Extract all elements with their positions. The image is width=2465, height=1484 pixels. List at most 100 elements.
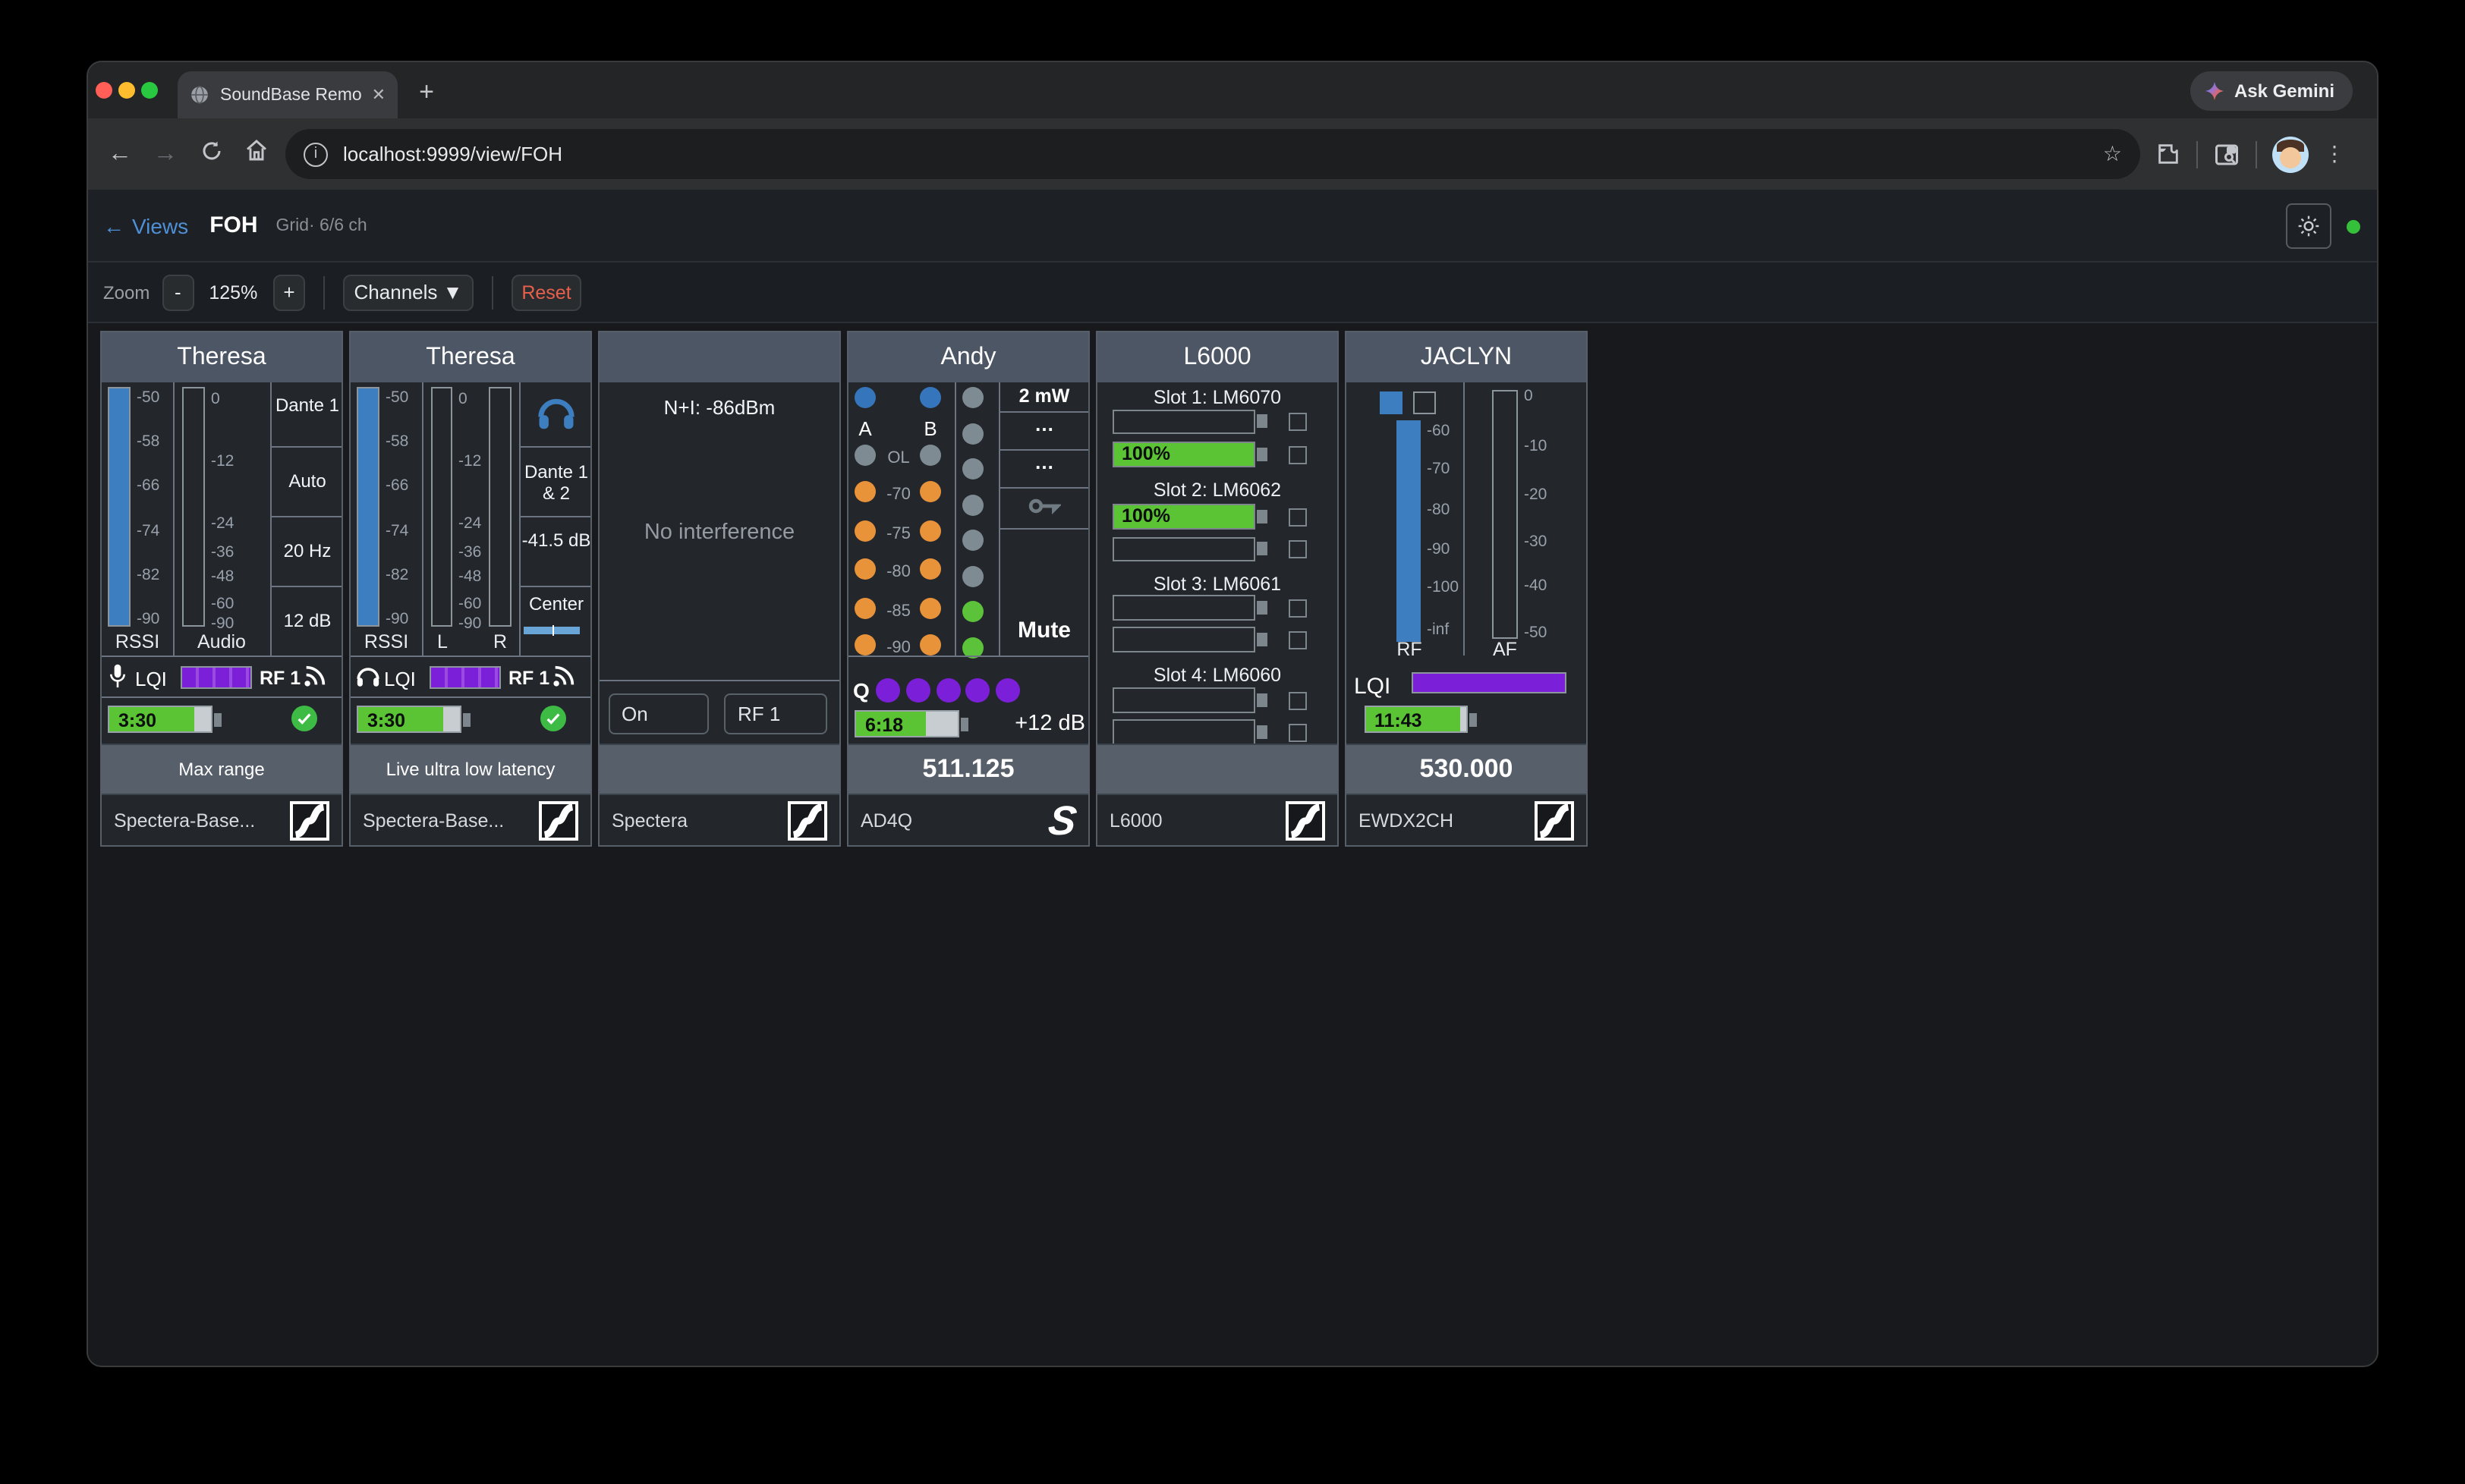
scale-tick: -75 [879, 525, 918, 543]
channels-dropdown[interactable]: Channels ▼ [344, 274, 474, 310]
zoom-out-button[interactable]: - [162, 274, 194, 310]
ol-label: OL [879, 449, 918, 467]
zoom-value: 125% [209, 281, 257, 303]
new-tab-button[interactable]: + [410, 77, 443, 108]
scale-tick: -66 [386, 479, 408, 494]
gain-mode-value[interactable]: Auto [272, 470, 342, 492]
profile-avatar[interactable] [2272, 136, 2309, 172]
close-tab-icon[interactable]: ✕ [372, 85, 386, 105]
slot-checkbox[interactable] [1289, 445, 1307, 464]
slot-checkbox[interactable] [1289, 599, 1307, 617]
zoom-in-button[interactable]: + [272, 274, 305, 310]
brightness-toggle-button[interactable] [2286, 203, 2331, 249]
reset-button[interactable]: Reset [511, 274, 581, 310]
views-label: Views [132, 213, 188, 237]
toolbar-divider [324, 275, 326, 309]
rf-level-led [855, 520, 876, 542]
views-back-link[interactable]: ← Views [103, 213, 188, 237]
lqi-label: LQI [1354, 674, 1390, 700]
minimize-window-button[interactable] [118, 82, 135, 99]
scale-tick: -90 [1427, 542, 1450, 557]
divider [1463, 382, 1465, 656]
low-cut-value[interactable]: 20 Hz [272, 540, 342, 561]
home-glyph [244, 138, 269, 162]
search-panel-icon[interactable] [2213, 140, 2240, 168]
scale-tick: -74 [137, 523, 159, 538]
volume-value[interactable]: -41.5 dB [521, 530, 590, 551]
slot-checkbox[interactable] [1289, 540, 1307, 558]
forward-icon[interactable]: → [143, 140, 188, 168]
rf-link-label: RF 1 [260, 668, 301, 689]
divider [519, 382, 521, 656]
extensions-icon[interactable] [2155, 141, 2181, 167]
divider [102, 656, 342, 657]
slot-battery: 100% [1113, 504, 1255, 529]
gain-value[interactable]: 12 dB [272, 610, 342, 631]
scale-tick: -24 [458, 516, 481, 531]
power-select[interactable]: On [608, 693, 708, 734]
back-arrow-icon: ← [103, 213, 124, 237]
ask-gemini-button[interactable]: Ask Gemini [2190, 71, 2353, 111]
home-icon[interactable] [234, 138, 279, 170]
routing-value[interactable]: Dante 1 & 2 [521, 461, 590, 504]
sun-icon [2297, 214, 2321, 238]
routing-value[interactable]: Dante 1 [272, 395, 342, 416]
divider [999, 527, 1088, 529]
divider [270, 446, 342, 448]
close-window-button[interactable] [96, 82, 112, 99]
battery-cap [1257, 542, 1267, 555]
menu-cell[interactable]: … [999, 451, 1088, 473]
sennheiser-logo [788, 801, 827, 841]
gain-value: +12 dB [1000, 712, 1085, 736]
sennheiser-logo [290, 801, 329, 841]
slot-checkbox[interactable] [1289, 413, 1307, 431]
rf-level-led [855, 598, 876, 619]
bookmark-star-icon[interactable]: ☆ [2103, 141, 2122, 167]
globe-favicon [190, 85, 209, 105]
audio-label: Audio [173, 631, 270, 652]
browser-menu-icon[interactable]: ⋮ [2324, 141, 2345, 167]
browser-tab[interactable]: SoundBase Remote View ✕ [178, 71, 398, 118]
balance-slider[interactable] [524, 627, 580, 634]
menu-cell[interactable]: … [999, 413, 1088, 435]
avatar-face [2280, 146, 2301, 168]
slot-checkbox[interactable] [1289, 691, 1307, 709]
card-body: Slot 1: LM6070 100% Slot 2: LM6062 100% [1097, 382, 1337, 744]
lqi-label: LQI [135, 668, 167, 690]
connection-status-dot [2347, 220, 2360, 234]
channel-card-andy: Andy A B OL -70 -75 [847, 331, 1090, 847]
mute-button[interactable]: Mute [999, 618, 1088, 643]
scale-tick: -80 [1427, 502, 1450, 517]
scale-tick: -90 [211, 616, 234, 631]
battery-terminal [463, 712, 471, 726]
battery-indicator: 3:30 [108, 706, 212, 733]
url-bar[interactable]: i localhost:9999/view/FOH ☆ [285, 129, 2140, 179]
antenna-b-led [920, 387, 941, 408]
device-row: EWDX2CH [1346, 794, 1586, 845]
battery-cap [1257, 725, 1267, 738]
slot-checkbox[interactable] [1289, 630, 1307, 649]
divider [102, 696, 342, 698]
divider [999, 448, 1088, 450]
scale-tick: -50 [386, 390, 408, 405]
ask-gemini-label: Ask Gemini [2234, 80, 2334, 102]
scale-tick: -50 [137, 390, 159, 405]
scale-tick: -inf [1427, 622, 1449, 637]
rssi-label: RSSI [351, 631, 422, 652]
rf-meter [1396, 420, 1421, 642]
slot-checkbox[interactable] [1289, 508, 1307, 526]
toolbar-divider [2196, 140, 2198, 168]
scale-tick: -82 [137, 568, 159, 583]
rf-select[interactable]: RF 1 [724, 693, 827, 734]
scale-tick: -36 [458, 545, 481, 560]
tx-power-value[interactable]: 2 mW [999, 385, 1088, 407]
url-text[interactable]: localhost:9999/view/FOH [343, 143, 2088, 165]
scale-tick: -60 [458, 596, 481, 612]
site-info-icon[interactable]: i [304, 142, 328, 166]
back-icon[interactable]: ← [97, 140, 143, 168]
slot-checkbox[interactable] [1289, 723, 1307, 741]
battery-cap [1257, 693, 1267, 706]
device-name: EWDX2CH [1358, 810, 1453, 831]
fullscreen-window-button[interactable] [141, 82, 158, 99]
reload-icon[interactable] [188, 139, 234, 169]
